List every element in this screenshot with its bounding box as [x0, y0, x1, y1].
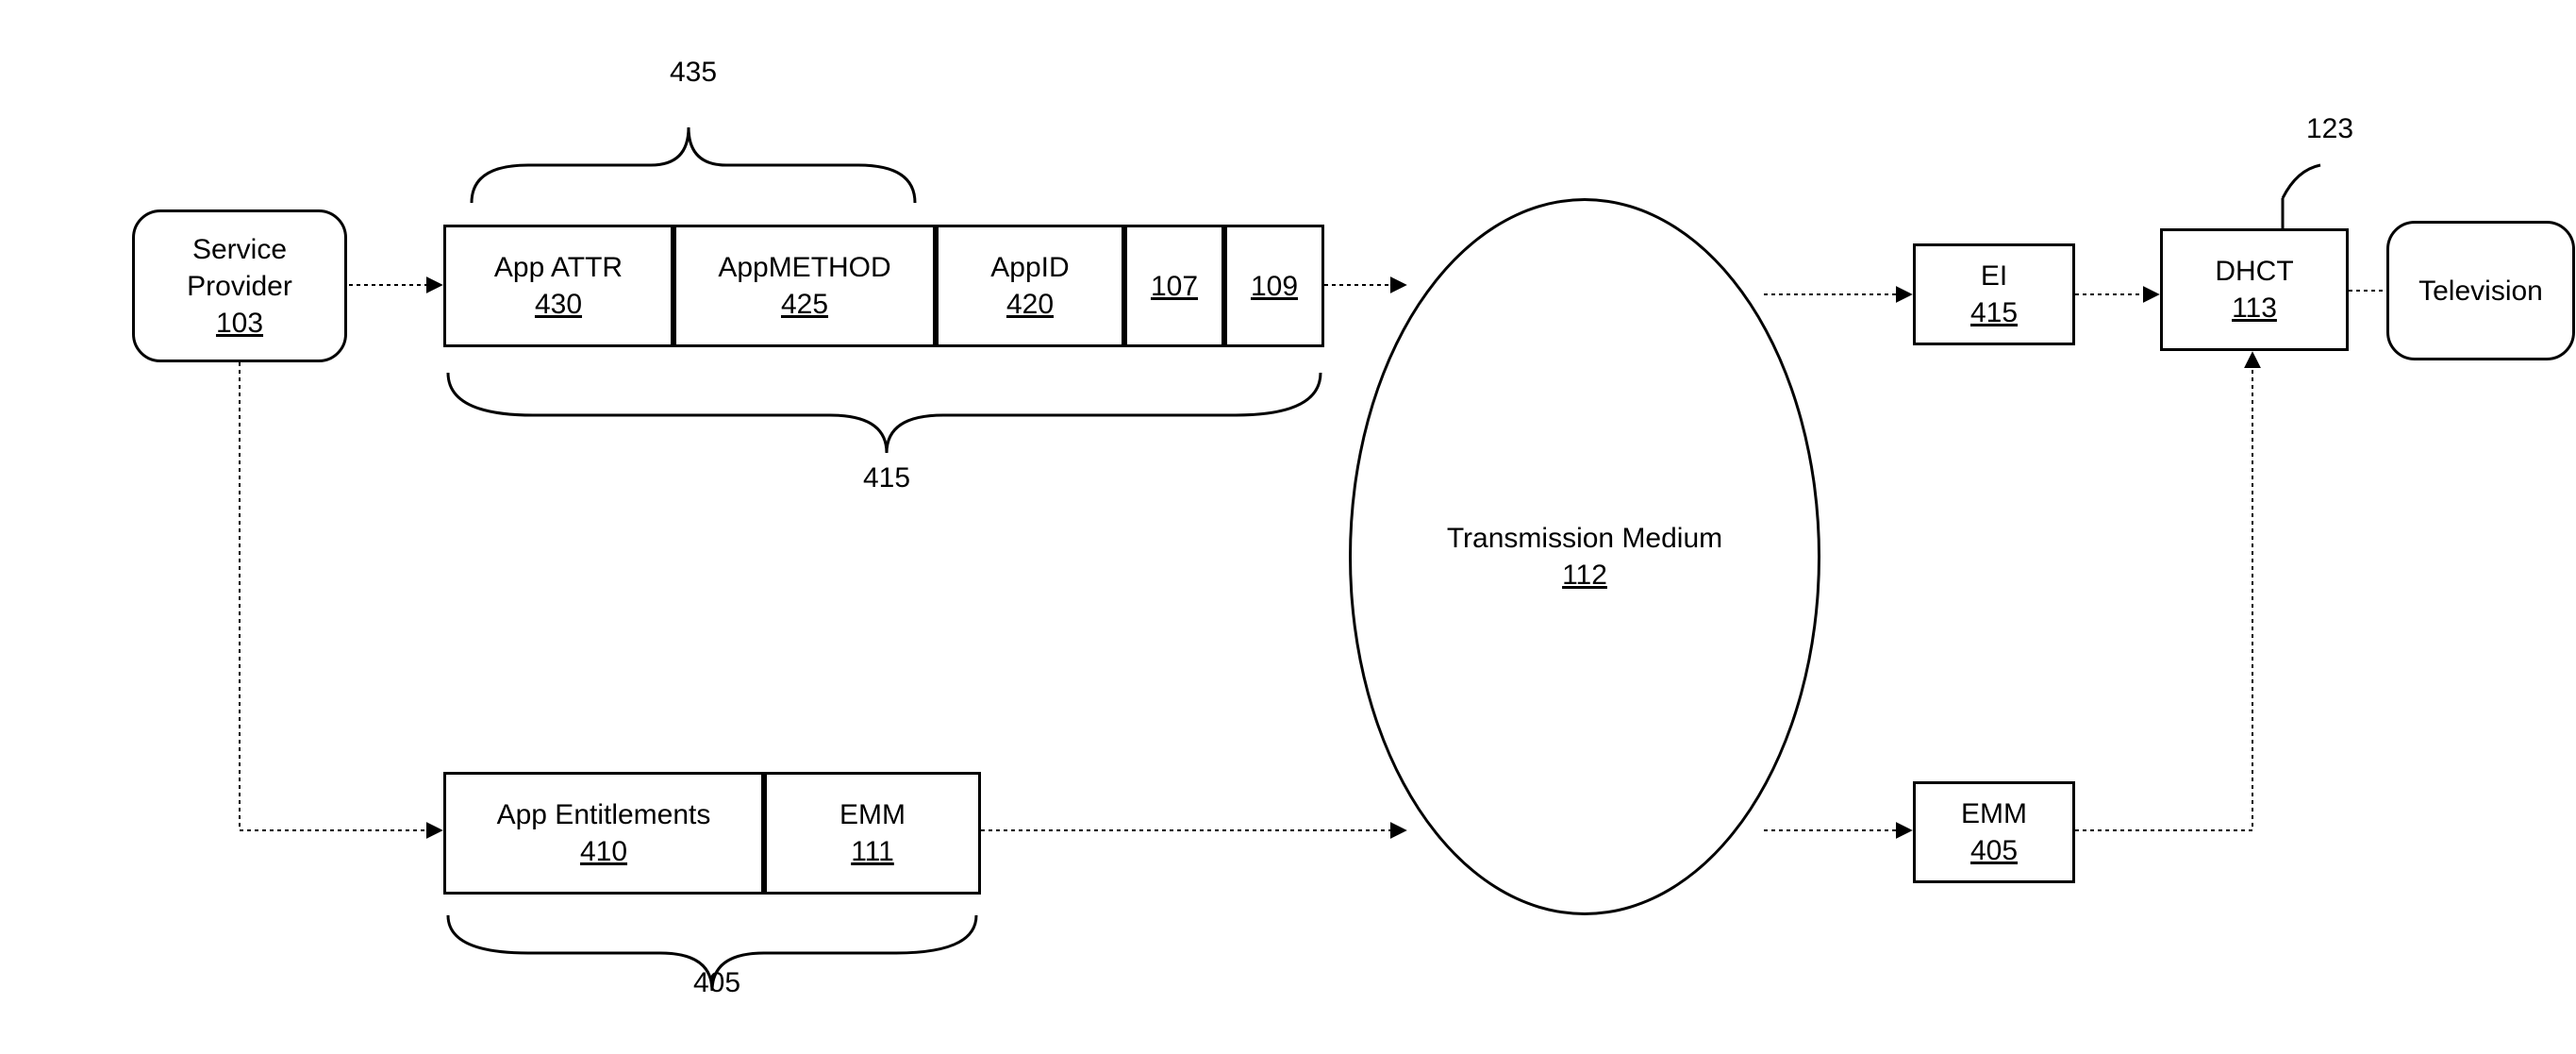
ei-title: EI [1981, 258, 2007, 294]
transmission-title: Transmission Medium [1447, 520, 1722, 557]
app-method-ref: 425 [781, 286, 828, 323]
app-attr-box: App ATTR 430 [443, 225, 673, 347]
app-entitlements-title: App Entitlements [497, 796, 711, 833]
label-123: 123 [2292, 113, 2368, 145]
service-provider-ref: 103 [216, 305, 263, 342]
emm-right-box: EMM 405 [1913, 781, 2075, 883]
n109-ref: 109 [1251, 268, 1298, 305]
app-id-ref: 420 [1006, 286, 1054, 323]
app-attr-ref: 430 [535, 286, 582, 323]
dhct-ref: 113 [2232, 290, 2277, 326]
app-id-box: AppID 420 [936, 225, 1124, 347]
emm-left-ref: 111 [851, 833, 894, 870]
app-method-title: AppMETHOD [718, 249, 890, 286]
emm-right-title: EMM [1961, 795, 2027, 832]
app-attr-title: App ATTR [494, 249, 623, 286]
service-provider-box: Service Provider 103 [132, 209, 347, 362]
connector-overlay [0, 0, 2576, 1054]
app-method-box: AppMETHOD 425 [673, 225, 936, 347]
app-id-title: AppID [990, 249, 1069, 286]
label-405-bottom: 405 [679, 967, 755, 999]
emm-left-box: EMM 111 [764, 772, 981, 895]
dhct-box: DHCT 113 [2160, 228, 2349, 351]
dhct-title: DHCT [2215, 253, 2293, 290]
emm-right-ref: 405 [1970, 832, 2018, 869]
transmission-medium: Transmission Medium 112 [1349, 198, 1820, 915]
emm-left-title: EMM [839, 796, 906, 833]
television-title: Television [2418, 273, 2543, 310]
ei-ref: 415 [1970, 294, 2018, 331]
television-box: Television [2386, 221, 2575, 360]
app-entitlements-box: App Entitlements 410 [443, 772, 764, 895]
ei-box: EI 415 [1913, 243, 2075, 345]
n107-box: 107 [1124, 225, 1224, 347]
label-435: 435 [656, 57, 731, 89]
app-entitlements-ref: 410 [580, 833, 627, 870]
transmission-ref: 112 [1562, 557, 1607, 594]
n107-ref: 107 [1151, 268, 1198, 305]
label-415-top: 415 [849, 462, 924, 494]
n109-box: 109 [1224, 225, 1324, 347]
service-provider-title: Service Provider [187, 231, 292, 305]
